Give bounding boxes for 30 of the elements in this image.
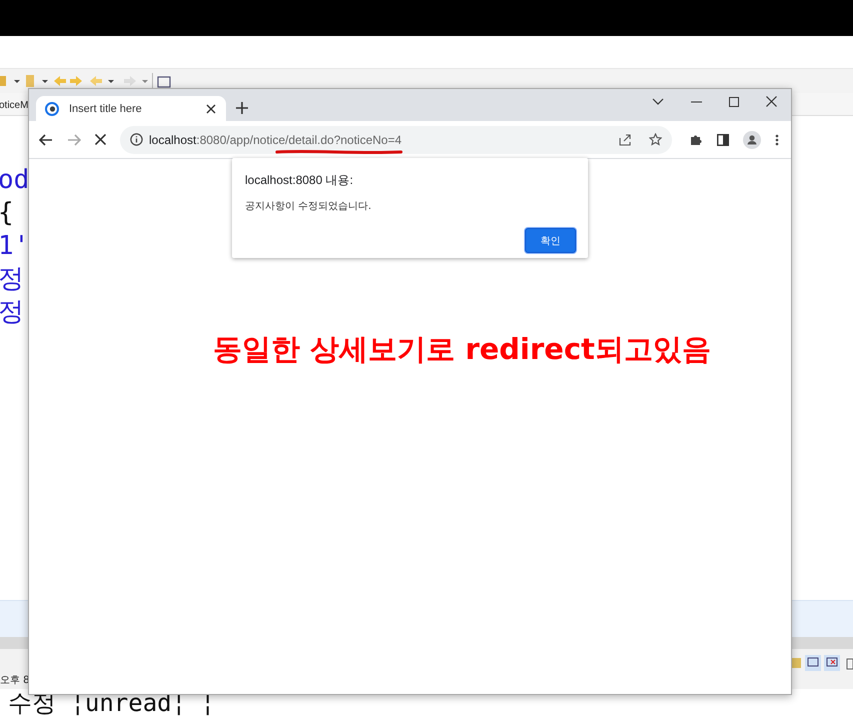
console-toolbar-drawing[interactable]	[791, 655, 853, 671]
ok-button[interactable]: 확인	[525, 228, 576, 253]
maximize-icon[interactable]	[729, 96, 739, 106]
back-icon[interactable]	[39, 134, 53, 146]
dialog-title: localhost:8080 내용:	[245, 172, 354, 189]
code-line: 정	[0, 263, 24, 296]
browser-tab[interactable]: Insert title here	[36, 96, 226, 121]
stop-icon[interactable]	[95, 134, 106, 145]
chevron-icon[interactable]	[652, 98, 664, 106]
code-line: 정	[0, 296, 24, 329]
profile-icon[interactable]	[743, 130, 761, 148]
puzzle-icon[interactable]	[690, 133, 703, 146]
code-line: {	[0, 197, 14, 230]
sidebar-icon[interactable]	[717, 134, 729, 146]
minimize-icon[interactable]	[691, 100, 702, 102]
code-line: 1'	[0, 230, 30, 263]
globe-icon	[45, 102, 59, 116]
url-text: localhost:8080/app/notice/detail.do?noticeNo=4	[149, 132, 402, 146]
address-bar[interactable]: localhost:8080/app/notice/detail.do?noticeNo=4	[120, 126, 672, 154]
console-line: 수정 ¦unread¦ ¦	[8, 688, 215, 716]
dialog-message: 공지사항이 수정되었습니다.	[245, 200, 372, 213]
menu-icon[interactable]	[775, 134, 779, 146]
close-icon[interactable]	[766, 96, 777, 107]
star-icon[interactable]	[649, 133, 662, 146]
code-line: od	[0, 164, 30, 197]
info-icon[interactable]	[130, 133, 143, 146]
new-tab-icon[interactable]	[236, 102, 248, 114]
close-icon[interactable]	[206, 104, 216, 114]
annotation-text: 동일한 상세보기로 redirect되고있음	[213, 331, 711, 368]
share-icon[interactable]	[619, 133, 632, 146]
